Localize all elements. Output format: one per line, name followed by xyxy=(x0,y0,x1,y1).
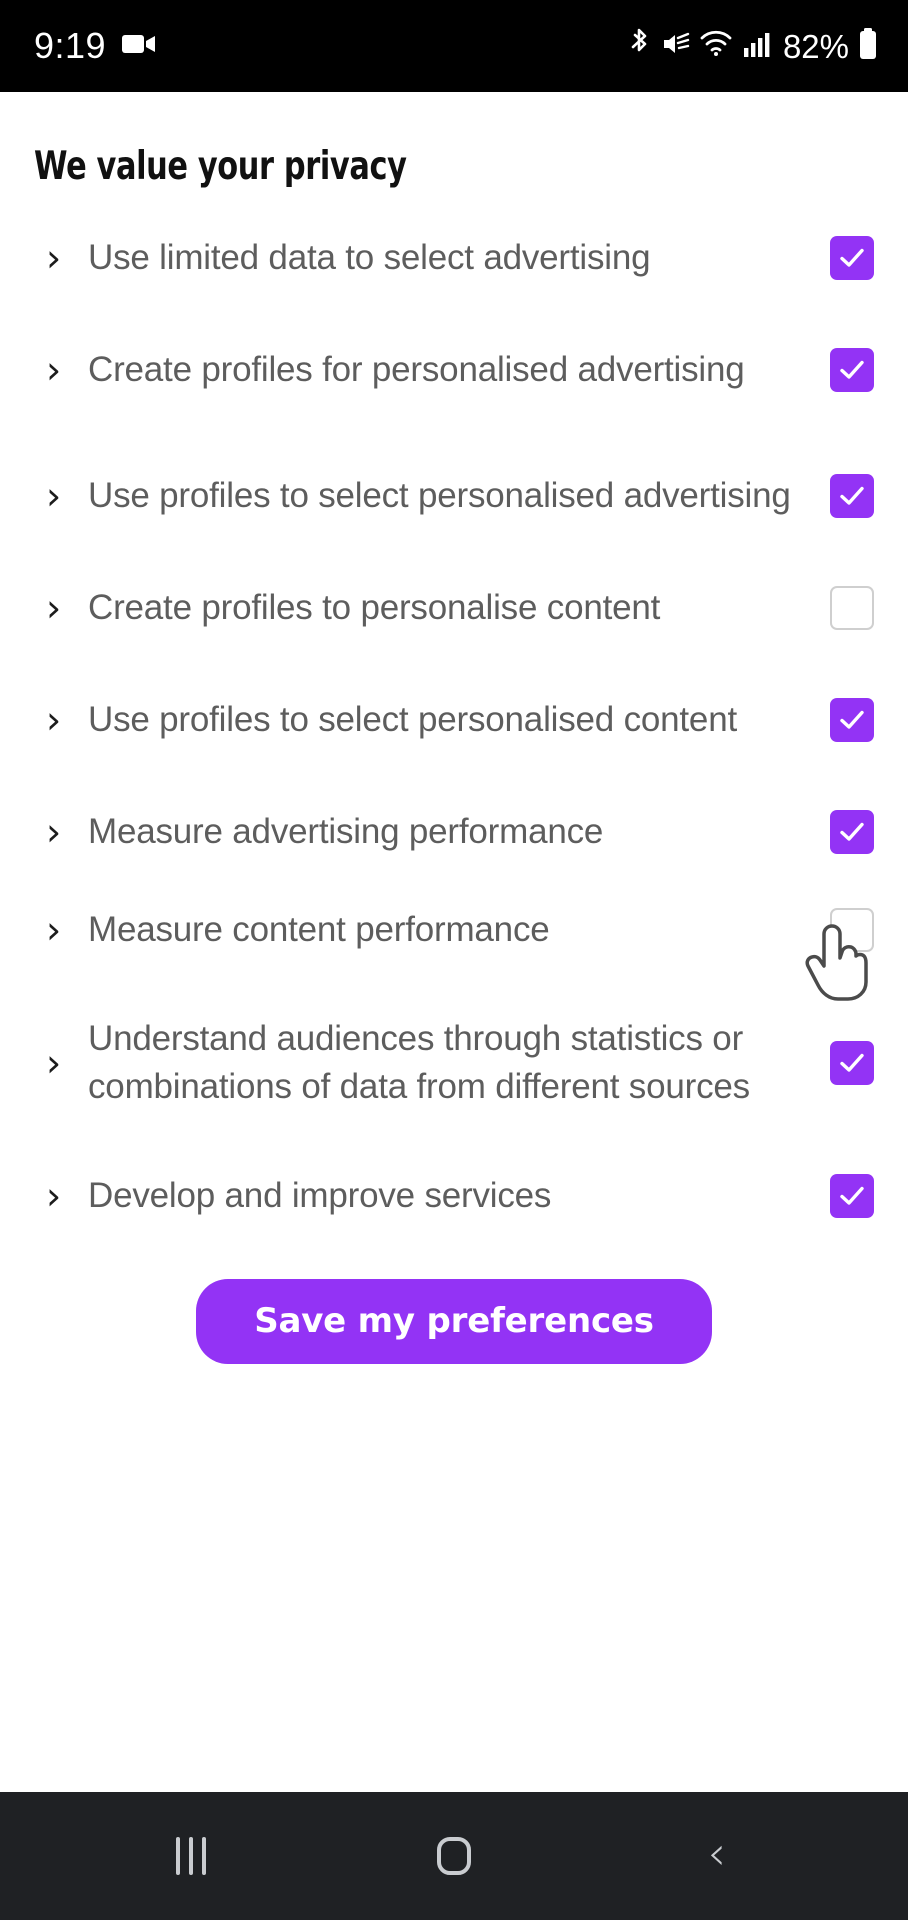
purpose-row[interactable]: › Measure advertising performance xyxy=(34,783,874,881)
chevron-right-icon[interactable]: › xyxy=(34,701,88,739)
purpose-checkbox[interactable] xyxy=(830,236,874,280)
purpose-row[interactable]: › Use profiles to select personalised ad… xyxy=(34,433,874,559)
chevron-right-icon[interactable]: › xyxy=(34,1177,88,1215)
nav-recents-button[interactable] xyxy=(131,1792,251,1920)
save-preferences-button[interactable]: Save my preferences xyxy=(196,1279,712,1365)
purpose-label: Use limited data to select advertising xyxy=(88,237,651,277)
chevron-right-icon[interactable]: › xyxy=(34,239,88,277)
chevron-right-icon[interactable]: › xyxy=(34,911,88,949)
back-chevron-icon: ‹ xyxy=(707,1826,726,1880)
purpose-checkbox[interactable] xyxy=(830,586,874,630)
status-clock: 9:19 xyxy=(34,25,107,66)
purpose-row[interactable]: › Use profiles to select personalised co… xyxy=(34,657,874,783)
status-bar-right: 82% xyxy=(628,27,878,66)
purpose-row[interactable]: › Measure content performance xyxy=(34,881,874,979)
purpose-row[interactable]: › Use limited data to select advertising xyxy=(34,209,874,307)
status-bar: 9:19 82% xyxy=(0,0,908,92)
page-title: We value your privacy xyxy=(34,144,407,189)
wifi-icon xyxy=(700,29,734,64)
purpose-checkbox[interactable] xyxy=(830,908,874,952)
purpose-checkbox[interactable] xyxy=(830,810,874,854)
screen-record-icon xyxy=(122,32,156,61)
purpose-label: Use profiles to select personalised cont… xyxy=(88,699,737,739)
purpose-label: Measure advertising performance xyxy=(88,811,604,851)
android-navigation-bar: ‹ xyxy=(0,1792,908,1920)
purpose-row[interactable]: › Create profiles for personalised adver… xyxy=(34,307,874,433)
purpose-label: Understand audiences through statistics … xyxy=(88,1018,750,1106)
chevron-right-icon[interactable]: › xyxy=(34,589,88,627)
purpose-label: Create profiles for personalised adverti… xyxy=(88,349,745,389)
save-button-container: Save my preferences xyxy=(34,1279,874,1365)
battery-icon xyxy=(858,27,878,65)
purpose-label: Measure content performance xyxy=(88,909,550,949)
bluetooth-icon xyxy=(628,27,652,66)
chevron-right-icon[interactable]: › xyxy=(34,351,88,389)
purpose-checkbox[interactable] xyxy=(830,698,874,742)
purpose-row[interactable]: › Understand audiences through statistic… xyxy=(34,979,874,1147)
chevron-right-icon[interactable]: › xyxy=(34,1044,88,1082)
phone-screen: 9:19 82% We value your privacy › Use lim… xyxy=(0,0,908,1920)
purpose-list: › Use limited data to select advertising… xyxy=(34,209,874,1245)
mute-icon xyxy=(661,29,691,64)
purpose-checkbox[interactable] xyxy=(830,1174,874,1218)
battery-percentage: 82% xyxy=(782,27,849,65)
purpose-checkbox[interactable] xyxy=(830,1041,874,1085)
purpose-label: Use profiles to select personalised adve… xyxy=(88,475,791,515)
status-bar-left: 9:19 xyxy=(34,28,156,64)
recents-icon xyxy=(176,1837,207,1875)
purpose-row[interactable]: › Develop and improve services xyxy=(34,1147,874,1245)
purpose-row[interactable]: › Create profiles to personalise content xyxy=(34,559,874,657)
chevron-right-icon[interactable]: › xyxy=(34,477,88,515)
chevron-right-icon[interactable]: › xyxy=(34,813,88,851)
nav-home-button[interactable] xyxy=(394,1792,514,1920)
purpose-label: Develop and improve services xyxy=(88,1175,552,1215)
consent-dialog: We value your privacy › Use limited data… xyxy=(0,92,908,1792)
purpose-label: Create profiles to personalise content xyxy=(88,587,661,627)
nav-back-button[interactable]: ‹ xyxy=(657,1792,777,1920)
home-icon xyxy=(436,1837,471,1875)
cellular-signal-icon xyxy=(743,30,771,63)
purpose-checkbox[interactable] xyxy=(830,474,874,518)
purpose-checkbox[interactable] xyxy=(830,348,874,392)
